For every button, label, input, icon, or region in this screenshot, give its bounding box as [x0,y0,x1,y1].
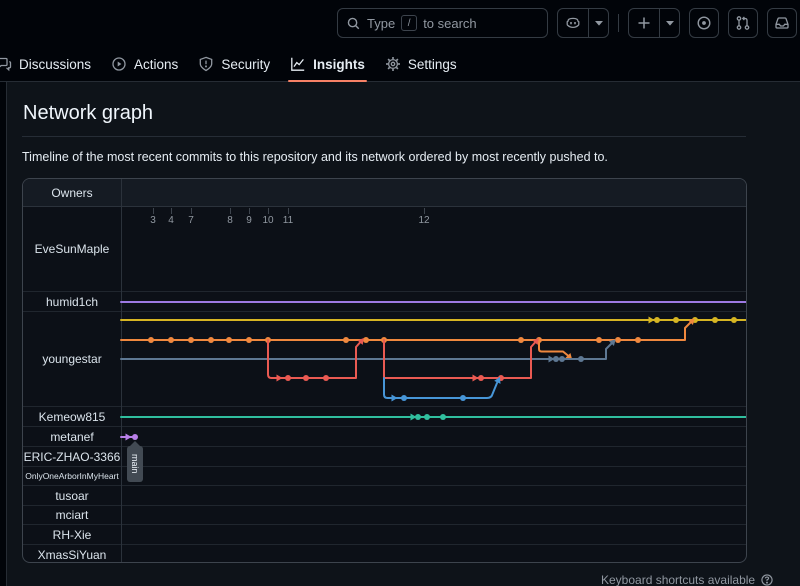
flow-arrow [126,434,132,441]
branch-line-slate [121,344,612,360]
create-new-menu-button[interactable] [659,9,679,37]
commit-network-svg[interactable] [23,179,747,563]
commit-dot[interactable] [226,337,232,343]
create-new-button-group [628,8,680,38]
shield-icon [198,56,214,72]
issues-button[interactable] [689,8,719,38]
issue-opened-icon [696,15,712,31]
flow-arrow [649,317,655,324]
page-description: Timeline of the most recent commits to t… [22,150,608,164]
play-circle-icon [111,56,127,72]
commit-dot[interactable] [246,337,252,343]
copilot-button-group [557,8,609,38]
branch-tag-main: main [127,446,143,482]
commit-dot[interactable] [635,337,641,343]
commit-dot[interactable] [343,337,349,343]
comment-discussion-icon [0,56,12,72]
commit-dot[interactable] [401,395,407,401]
commit-dot[interactable] [712,317,718,323]
tab-settings[interactable]: Settings [375,47,467,81]
search-placeholder-prefix: Type [367,16,395,31]
commit-dot[interactable] [460,395,466,401]
commit-dot[interactable] [168,337,174,343]
search-icon [346,16,361,31]
title-divider [22,136,746,137]
slash-keycap: / [401,15,417,31]
tab-security[interactable]: Security [188,47,280,81]
header-divider [618,14,619,32]
commit-dot[interactable] [731,317,737,323]
commit-dot[interactable] [303,375,309,381]
commit-dot[interactable] [424,414,430,420]
page-title: Network graph [23,102,153,125]
tab-discussions[interactable]: Discussions [0,47,101,81]
tab-label: Actions [134,57,178,72]
commit-dot[interactable] [363,337,369,343]
commit-dot[interactable] [285,375,291,381]
notifications-inbox-button[interactable] [767,8,797,38]
commit-dot[interactable] [323,375,329,381]
commit-dot[interactable] [208,337,214,343]
plus-icon [637,16,651,30]
branch-line-orange [121,323,691,341]
question-circle-icon [760,573,774,586]
gear-icon [385,56,401,72]
commit-dot[interactable] [559,356,565,362]
repo-nav: Discussions Actions Security [0,47,800,82]
commit-dot[interactable] [578,356,584,362]
commit-dot[interactable] [673,317,679,323]
keyboard-shortcuts-label: Keyboard shortcuts available [601,573,755,586]
top-header-bar: Type / to search [0,0,800,47]
copilot-menu-button[interactable] [588,9,608,37]
tab-actions[interactable]: Actions [101,47,188,81]
search-input[interactable]: Type / to search [337,8,548,38]
create-new-button[interactable] [629,9,659,37]
flow-arrow [411,414,417,421]
keyboard-shortcuts-hint[interactable]: Keyboard shortcuts available [601,573,774,586]
commit-dot[interactable] [132,434,138,440]
inbox-icon [774,15,790,31]
network-graph-card: Owners EveSunMaplehumid1chyoungestarKeme… [22,178,747,563]
flow-arrow [473,375,479,382]
commit-dot[interactable] [478,375,484,381]
chevron-down-icon [666,21,674,26]
flow-arrow [549,356,555,363]
commit-dot[interactable] [615,337,621,343]
tab-label: Insights [313,57,365,72]
commit-dot[interactable] [596,337,602,343]
tab-insights[interactable]: Insights [280,47,375,81]
flow-arrow [392,395,398,402]
tab-label: Security [221,57,270,72]
commit-dot[interactable] [518,337,524,343]
flow-arrow [277,375,283,382]
copilot-button[interactable] [558,9,588,37]
git-pull-request-icon [735,15,751,31]
copilot-icon [565,15,581,31]
commit-dot[interactable] [148,337,154,343]
pull-requests-button[interactable] [728,8,758,38]
graph-icon [290,56,306,72]
commit-dot[interactable] [440,414,446,420]
commit-dot[interactable] [654,317,660,323]
tab-label: Discussions [19,57,91,72]
branch-line-blue [384,378,497,398]
branch-line-orange [539,340,569,356]
commit-dot[interactable] [188,337,194,343]
search-placeholder-suffix: to search [423,16,476,31]
tab-label: Settings [408,57,457,72]
left-edge-panel [0,82,7,586]
chevron-down-icon [595,21,603,26]
